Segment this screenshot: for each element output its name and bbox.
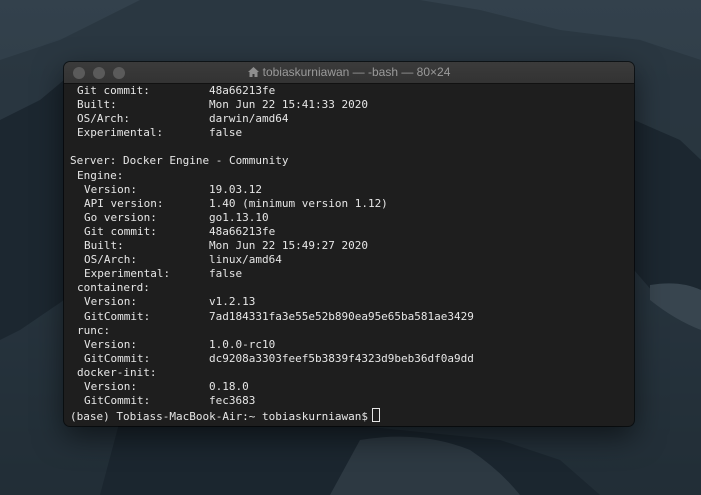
terminal-line: Engine: — [70, 169, 630, 183]
terminal-line-value: 1.40 (minimum version 1.12) — [209, 196, 388, 210]
terminal-line: Experimental: false — [70, 267, 630, 281]
terminal-line-key: Server: Docker Engine - Community — [70, 154, 289, 168]
terminal-line-key: API version: — [84, 196, 164, 210]
terminal-line: Version: v1.2.13 — [70, 295, 630, 309]
terminal-line-key: OS/Arch: — [84, 253, 137, 267]
home-folder-icon — [247, 67, 259, 77]
window-title: tobiaskurniawan — -bash — 80×24 — [64, 65, 634, 79]
terminal-line-value: darwin/amd64 — [209, 112, 289, 126]
terminal-line-value: 1.0.0-rc10 — [209, 337, 276, 351]
terminal-line: Server: Docker Engine - Community — [70, 154, 630, 168]
terminal-line-key: docker-init: — [77, 365, 157, 379]
shell-prompt: (base) Tobiass-MacBook-Air:~ tobiaskurni… — [70, 410, 369, 424]
terminal-line-key: Built: — [77, 98, 117, 112]
terminal-line-value: false — [209, 267, 243, 281]
terminal-line-value: 48a66213fe — [209, 224, 276, 238]
terminal-line-key: Version: — [84, 182, 137, 196]
terminal-line-value: 0.18.0 — [209, 379, 249, 393]
prompt-line[interactable]: (base) Tobiass-MacBook-Air:~ tobiaskurni… — [70, 408, 630, 424]
terminal-line: Git commit: 48a66213fe — [70, 225, 630, 239]
terminal-line: GitCommit: fec3683 — [70, 394, 630, 408]
terminal-line-key: runc: — [77, 323, 111, 337]
terminal-titlebar[interactable]: tobiaskurniawan — -bash — 80×24 — [64, 62, 634, 84]
terminal-line-key: containerd: — [77, 281, 150, 295]
terminal-line-value: 7ad184331fa3e55e52b890ea95e65ba581ae3429 — [209, 309, 474, 323]
window-title-text: tobiaskurniawan — -bash — 80×24 — [262, 65, 451, 79]
terminal-line: Version: 1.0.0-rc10 — [70, 338, 630, 352]
terminal-line: API version: 1.40 (minimum version 1.12) — [70, 197, 630, 211]
terminal-line: Version: 0.18.0 — [70, 380, 630, 394]
terminal-output[interactable]: Git commit: 48a66213fe Built: Mon Jun 22 15… — [70, 84, 630, 424]
terminal-line-key: Experimental: — [77, 126, 164, 140]
terminal-line-key: Version: — [84, 337, 137, 351]
terminal-line-value: 19.03.12 — [209, 182, 262, 196]
terminal-line: Git commit: 48a66213fe — [70, 84, 630, 98]
terminal-line: Experimental: false — [70, 126, 630, 140]
terminal-line: Built: Mon Jun 22 15:49:27 2020 — [70, 239, 630, 253]
terminal-line-value: fec3683 — [209, 394, 256, 408]
terminal-line-key: Experimental: — [84, 267, 171, 281]
terminal-line: OS/Arch: linux/amd64 — [70, 253, 630, 267]
terminal-line-key: Go version: — [84, 210, 157, 224]
terminal-line-value: Mon Jun 22 15:49:27 2020 — [209, 239, 368, 253]
terminal-line: GitCommit: 7ad184331fa3e55e52b890ea95e65b… — [70, 310, 630, 324]
terminal-line: GitCommit: dc9208a3303feef5b3839f4323d9be… — [70, 352, 630, 366]
terminal-line-value: go1.13.10 — [209, 210, 269, 224]
terminal-line: docker-init: — [70, 366, 630, 380]
terminal-line-value: 48a66213fe — [209, 84, 276, 97]
terminal-line: Go version: go1.13.10 — [70, 211, 630, 225]
terminal-line: containerd: — [70, 281, 630, 295]
terminal-line-key: Version: — [84, 295, 137, 309]
terminal-line: Built: Mon Jun 22 15:41:33 2020 — [70, 98, 630, 112]
terminal-line-value: linux/amd64 — [209, 253, 282, 267]
terminal-line-key: Version: — [84, 379, 137, 393]
terminal-line-value: v1.2.13 — [209, 295, 256, 309]
terminal-line-key: Git commit: — [77, 84, 150, 97]
terminal-line: OS/Arch: darwin/amd64 — [70, 112, 630, 126]
terminal-line-key: Built: — [84, 239, 124, 253]
terminal-line-key: Git commit: — [84, 224, 157, 238]
terminal-line-value: false — [209, 126, 243, 140]
terminal-line-key: GitCommit: — [84, 351, 151, 365]
terminal-line-key: OS/Arch: — [77, 112, 130, 126]
terminal-line-value: dc9208a3303feef5b3839f4323d9beb36df0a9dd — [209, 351, 474, 365]
terminal-window[interactable]: tobiaskurniawan — -bash — 80×24 Git comm… — [64, 62, 634, 426]
text-cursor — [372, 408, 381, 423]
terminal-line-key: Engine: — [77, 168, 124, 182]
terminal-line-value: Mon Jun 22 15:41:33 2020 — [209, 98, 368, 112]
terminal-line-key: GitCommit: — [84, 394, 151, 408]
terminal-line-key: GitCommit: — [84, 309, 151, 323]
terminal-line: Version: 19.03.12 — [70, 183, 630, 197]
terminal-line: runc: — [70, 324, 630, 338]
